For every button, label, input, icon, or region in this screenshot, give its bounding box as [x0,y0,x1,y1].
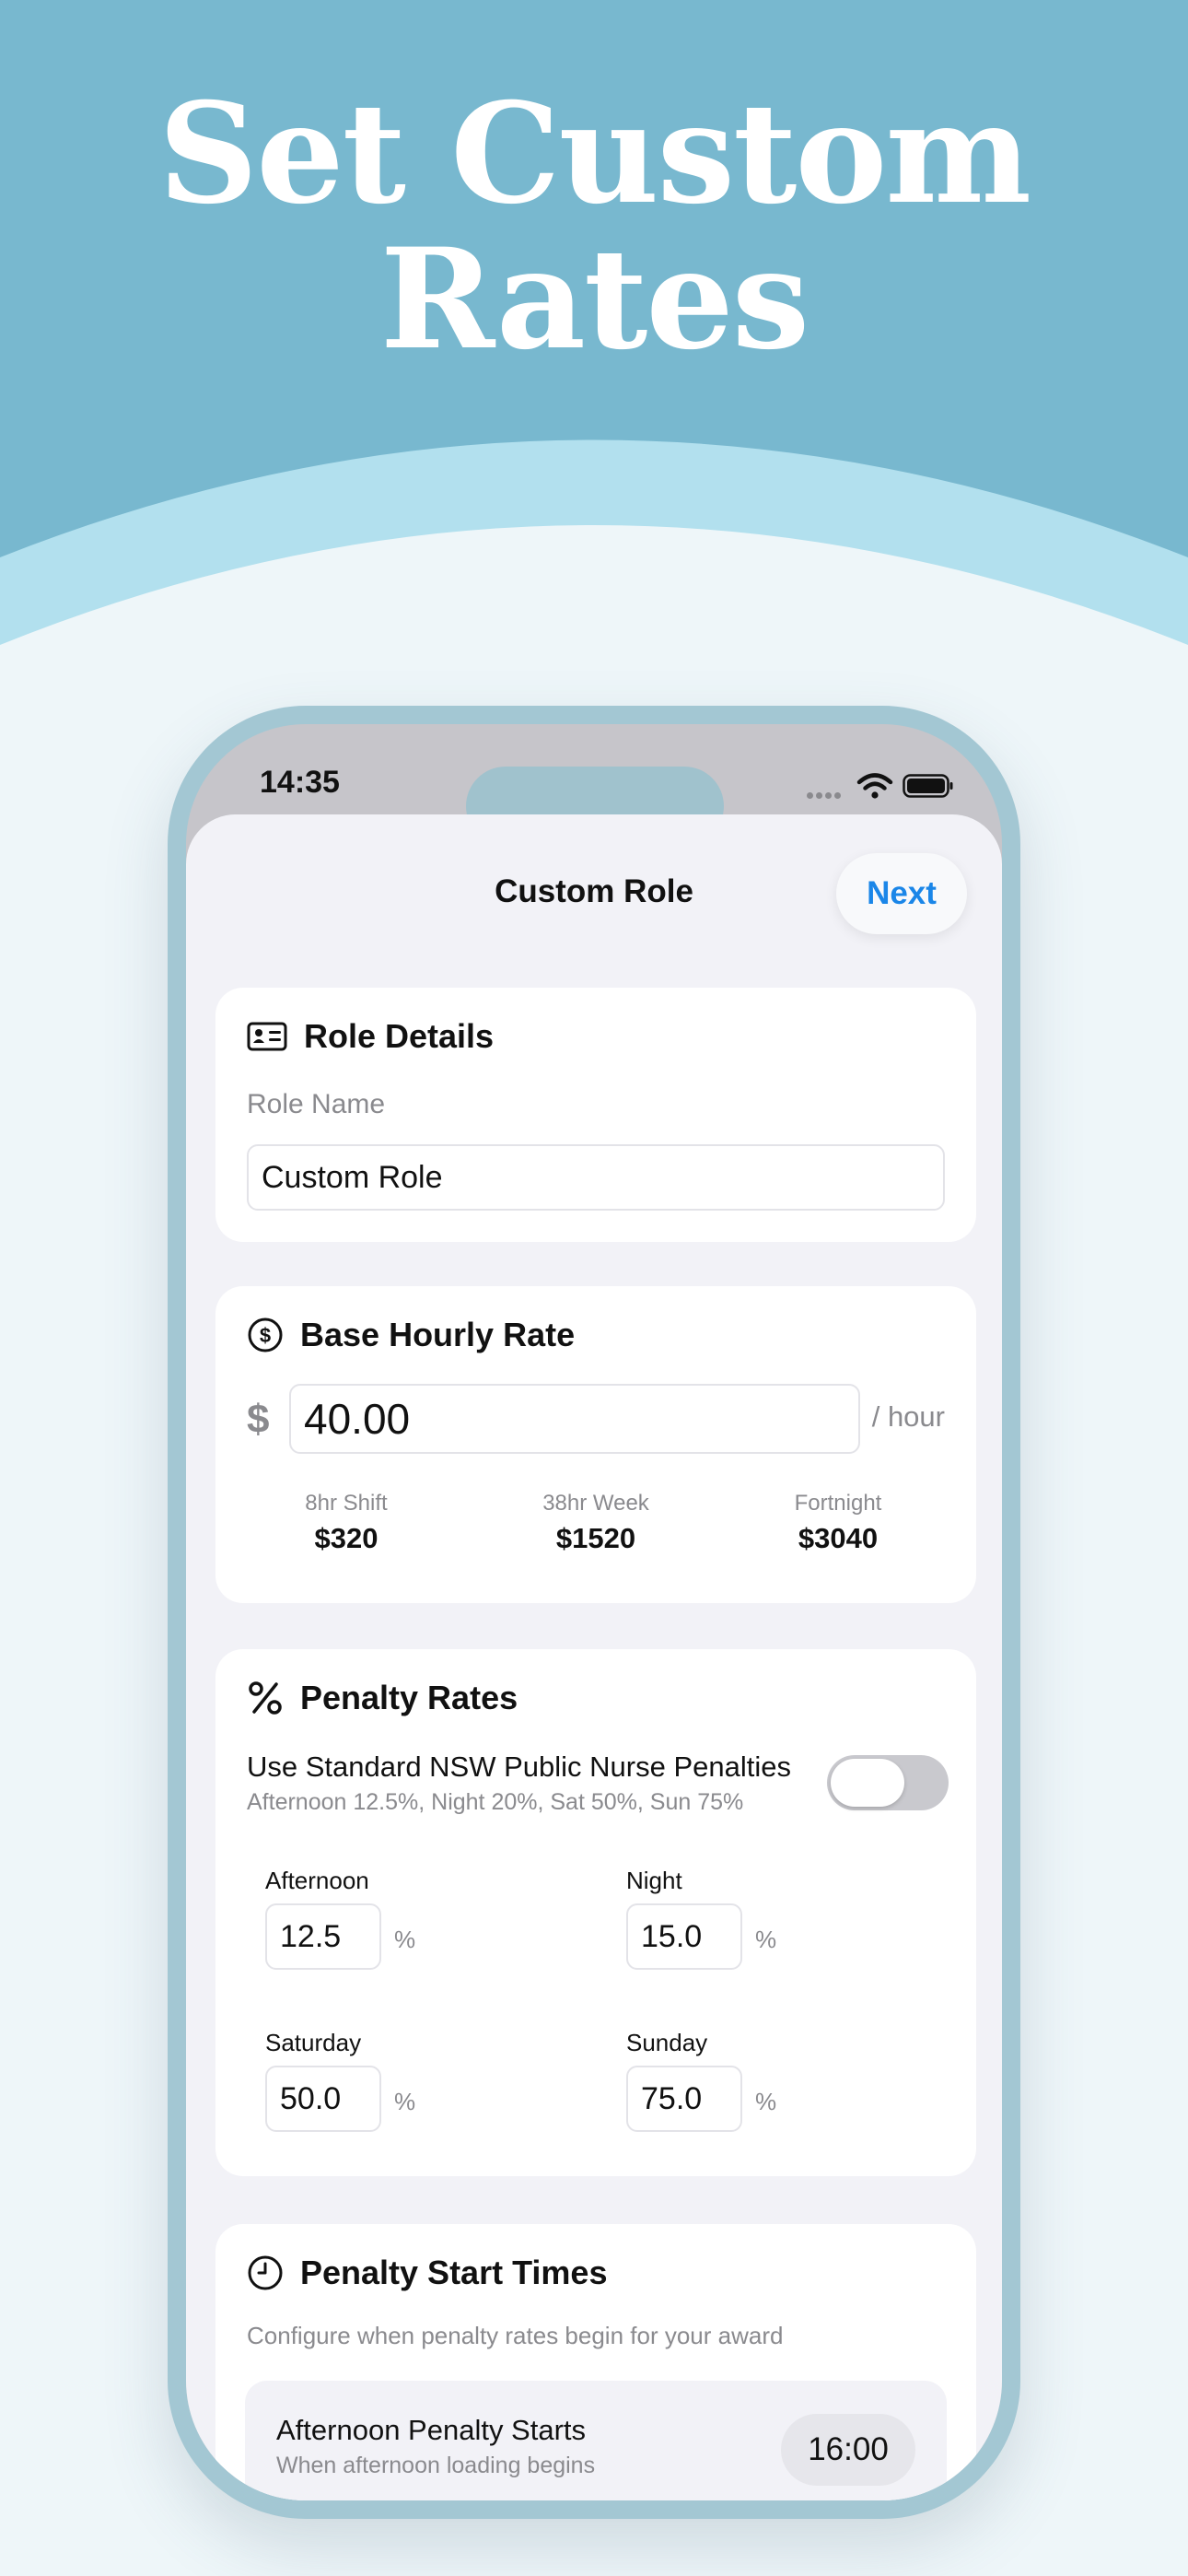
sunday-label: Sunday [626,2029,708,2056]
penalty-start-times-title: Penalty Start Times [300,2254,608,2291]
signal-dots-icon [807,787,844,803]
phone-frame: 14:35 Custom Role Next Role Details Role… [168,706,1020,2519]
percent-icon [249,1681,282,1715]
status-icons [807,770,954,802]
summary-fortnight-label: Fortnight [794,1491,882,1516]
sunday-rate-input[interactable] [626,2066,742,2132]
clock-icon [248,2255,283,2290]
hero-title: Set Custom Rates [0,81,1188,372]
summary-week: 38hr Week $1520 [495,1491,697,1555]
role-details-card: Role Details Role Name [215,988,976,1242]
rate-unit: / hour [871,1400,945,1433]
base-rate-card: $ Base Hourly Rate $ / hour 8hr Shift $3… [215,1286,976,1603]
afternoon-start-row[interactable]: Afternoon Penalty Starts When afternoon … [245,2381,947,2500]
afternoon-start-title: Afternoon Penalty Starts [276,2414,587,2446]
hourly-rate-input[interactable] [289,1384,860,1454]
summary-week-label: 38hr Week [542,1491,649,1516]
role-details-title: Role Details [304,1017,495,1055]
id-card-icon [247,1022,287,1051]
role-details-header: Role Details [247,1017,494,1056]
dollar-circle-icon: $ [248,1317,283,1352]
summary-fortnight: Fortnight $3040 [737,1491,939,1555]
currency-symbol: $ [247,1397,270,1442]
phone-screen: 14:35 Custom Role Next Role Details Role… [186,724,1002,2500]
standard-penalties-toggle[interactable] [827,1755,949,1810]
penalty-rates-title: Penalty Rates [300,1679,518,1716]
afternoon-start-subtitle: When afternoon loading begins [276,2453,596,2478]
afternoon-label: Afternoon [265,1867,369,1894]
summary-fortnight-value: $3040 [798,1522,879,1554]
night-unit: % [755,1926,777,1953]
summary-shift: 8hr Shift $320 [245,1491,448,1555]
night-rate-input[interactable] [626,1903,742,1970]
summary-week-value: $1520 [555,1522,636,1554]
afternoon-rate-input[interactable] [265,1903,381,1970]
penalty-rates-card: Penalty Rates Use Standard NSW Public Nu… [215,1649,976,2176]
toggle-knob [831,1759,904,1807]
night-label: Night [626,1867,682,1894]
hero-title-line-2: Rates [379,218,809,381]
hero-title-line-1: Set Custom [157,73,1031,235]
penalty-rates-header: Penalty Rates [247,1679,518,1717]
status-time: 14:35 [260,765,340,800]
summary-shift-label: 8hr Shift [305,1491,388,1516]
standard-penalties-label: Use Standard NSW Public Nurse Penalties [247,1751,791,1783]
wifi-icon [856,773,893,799]
penalty-start-times-card: Penalty Start Times Configure when penal… [215,2224,976,2500]
base-rate-title: Base Hourly Rate [300,1316,576,1353]
base-rate-header: $ Base Hourly Rate [247,1316,575,1354]
custom-role-sheet: Custom Role Next Role Details Role Name [186,814,1002,2500]
saturday-rate-input[interactable] [265,2066,381,2132]
saturday-label: Saturday [265,2029,362,2056]
afternoon-start-time-picker[interactable]: 16:00 [781,2414,915,2486]
penalty-start-times-header: Penalty Start Times [247,2254,607,2292]
battery-icon [903,774,953,798]
role-name-input[interactable] [247,1144,945,1211]
saturday-unit: % [394,2088,416,2115]
afternoon-unit: % [394,1926,416,1953]
sunday-unit: % [755,2088,777,2115]
next-button[interactable]: Next [836,853,967,934]
standard-penalties-sub: Afternoon 12.5%, Night 20%, Sat 50%, Sun… [247,1789,744,1815]
role-name-label: Role Name [247,1089,386,1119]
svg-text:$: $ [260,1324,271,1347]
summary-shift-value: $320 [314,1522,379,1554]
penalty-start-times-description: Configure when penalty rates begin for y… [247,2322,784,2349]
